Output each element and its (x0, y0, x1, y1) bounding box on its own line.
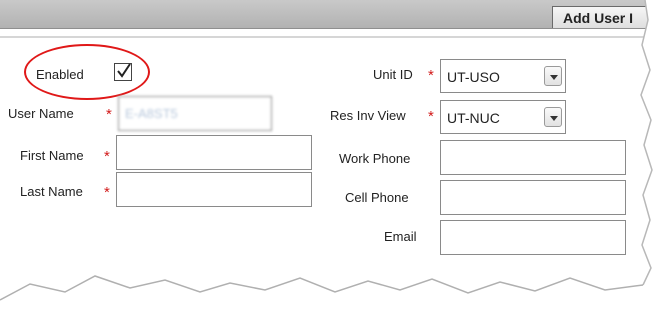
torn-edge-decoration (0, 0, 658, 314)
